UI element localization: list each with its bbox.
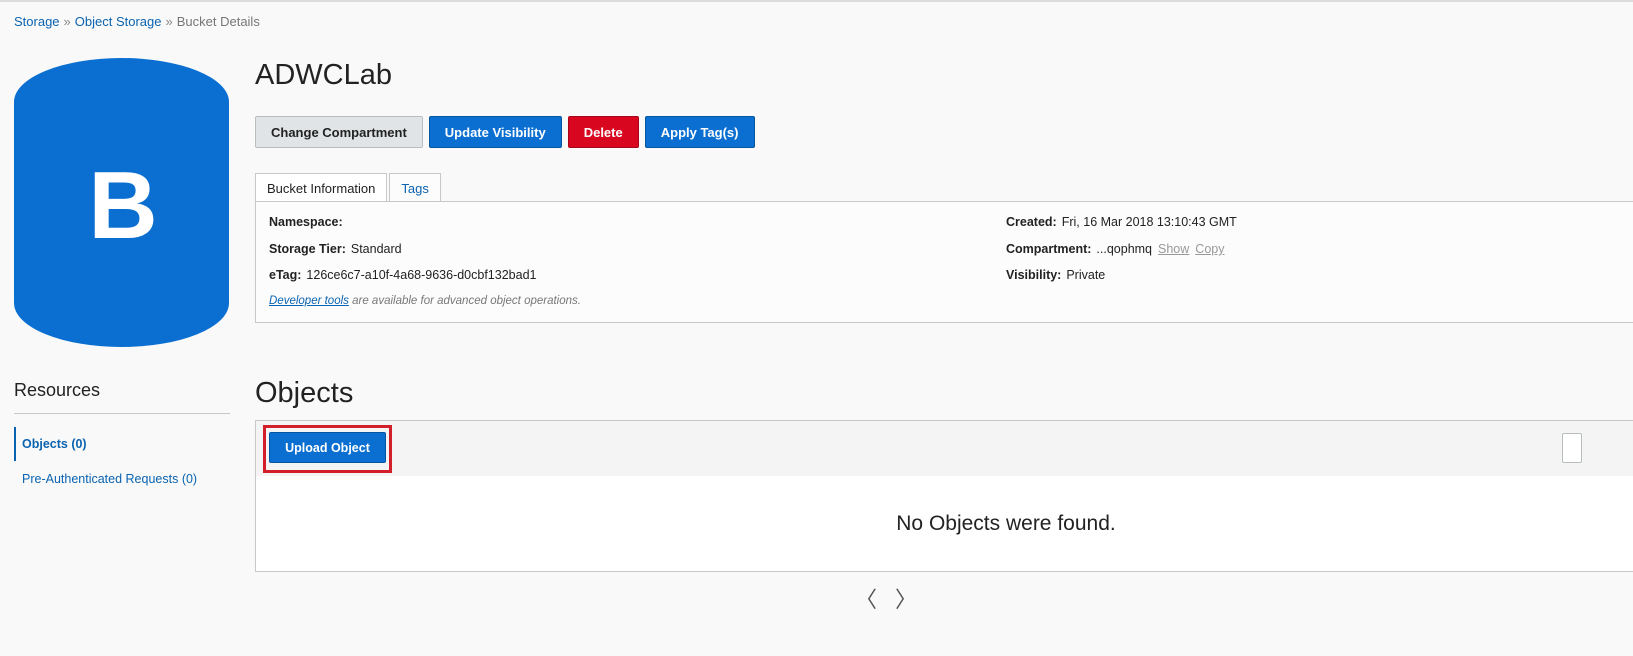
resources-divider: [14, 413, 230, 414]
objects-table-body: No Objects were found.: [255, 476, 1633, 572]
breadcrumb-storage[interactable]: Storage: [14, 14, 60, 29]
action-bar: Change Compartment Update Visibility Del…: [255, 116, 755, 148]
info-tabs: Bucket Information Tags: [255, 173, 441, 202]
etag-label: eTag:: [269, 268, 302, 282]
breadcrumb: Storage» Object Storage» Bucket Details: [14, 14, 260, 29]
namespace-row: Namespace:: [269, 215, 348, 229]
compartment-show-link[interactable]: Show: [1158, 242, 1189, 256]
sidebar-item-pre-authenticated-requests[interactable]: Pre-Authenticated Requests (0): [14, 462, 230, 496]
empty-message: No Objects were found.: [896, 512, 1116, 535]
sidebar-item-objects[interactable]: Objects (0): [14, 427, 230, 461]
page-title: ADWCLab: [255, 59, 392, 91]
delete-button[interactable]: Delete: [567, 116, 639, 148]
toolbar-control[interactable]: [1562, 433, 1582, 463]
next-page-icon[interactable]: 〉: [895, 582, 917, 614]
storage-tier-row: Storage Tier: Standard: [269, 242, 402, 256]
change-compartment-button[interactable]: Change Compartment: [255, 116, 423, 148]
upload-highlight-box: Upload Object: [263, 425, 392, 473]
created-label: Created:: [1006, 215, 1057, 229]
prev-page-icon[interactable]: 〈: [855, 582, 877, 614]
compartment-value: ...qophmq: [1096, 242, 1153, 256]
etag-value: 126ce6c7-a10f-4a68-9636-d0cbf132bad1: [306, 268, 537, 282]
objects-toolbar: Upload Object: [255, 420, 1633, 477]
visibility-value: Private: [1066, 268, 1106, 282]
namespace-label: Namespace:: [269, 215, 343, 229]
developer-tools-text: are available for advanced object operat…: [348, 295, 581, 307]
bucket-icon-letter: B: [88, 152, 157, 259]
compartment-row: Compartment: ...qophmq Show Copy: [1006, 242, 1224, 256]
visibility-label: Visibility:: [1006, 268, 1062, 282]
upload-object-button[interactable]: Upload Object: [269, 432, 386, 463]
storage-tier-value: Standard: [350, 242, 402, 256]
breadcrumb-separator: »: [63, 14, 71, 29]
resources-heading: Resources: [14, 380, 101, 400]
objects-title: Objects: [255, 377, 354, 409]
update-visibility-button[interactable]: Update Visibility: [428, 116, 562, 148]
apply-tags-button[interactable]: Apply Tag(s): [644, 116, 755, 148]
breadcrumb-object-storage[interactable]: Object Storage: [75, 14, 162, 29]
visibility-row: Visibility: Private: [1006, 268, 1105, 282]
tab-tags[interactable]: Tags: [389, 173, 441, 202]
bucket-icon: B: [14, 58, 229, 347]
tab-bucket-information[interactable]: Bucket Information: [255, 173, 388, 202]
breadcrumb-separator: »: [165, 14, 173, 29]
developer-tools-note: Developer tools are available for advanc…: [269, 295, 581, 307]
created-row: Created: Fri, 16 Mar 2018 13:10:43 GMT: [1006, 215, 1237, 229]
breadcrumb-current: Bucket Details: [176, 14, 260, 29]
compartment-copy-link[interactable]: Copy: [1195, 242, 1224, 256]
pagination: 〈 〉: [855, 582, 917, 614]
etag-row: eTag: 126ce6c7-a10f-4a68-9636-d0cbf132bad…: [269, 268, 536, 282]
storage-tier-label: Storage Tier:: [269, 242, 346, 256]
created-value: Fri, 16 Mar 2018 13:10:43 GMT: [1061, 215, 1237, 229]
bucket-info-panel: Namespace: Storage Tier: Standard eTag: 12…: [255, 201, 1633, 323]
compartment-label: Compartment:: [1006, 242, 1092, 256]
developer-tools-link[interactable]: Developer tools: [269, 295, 349, 307]
